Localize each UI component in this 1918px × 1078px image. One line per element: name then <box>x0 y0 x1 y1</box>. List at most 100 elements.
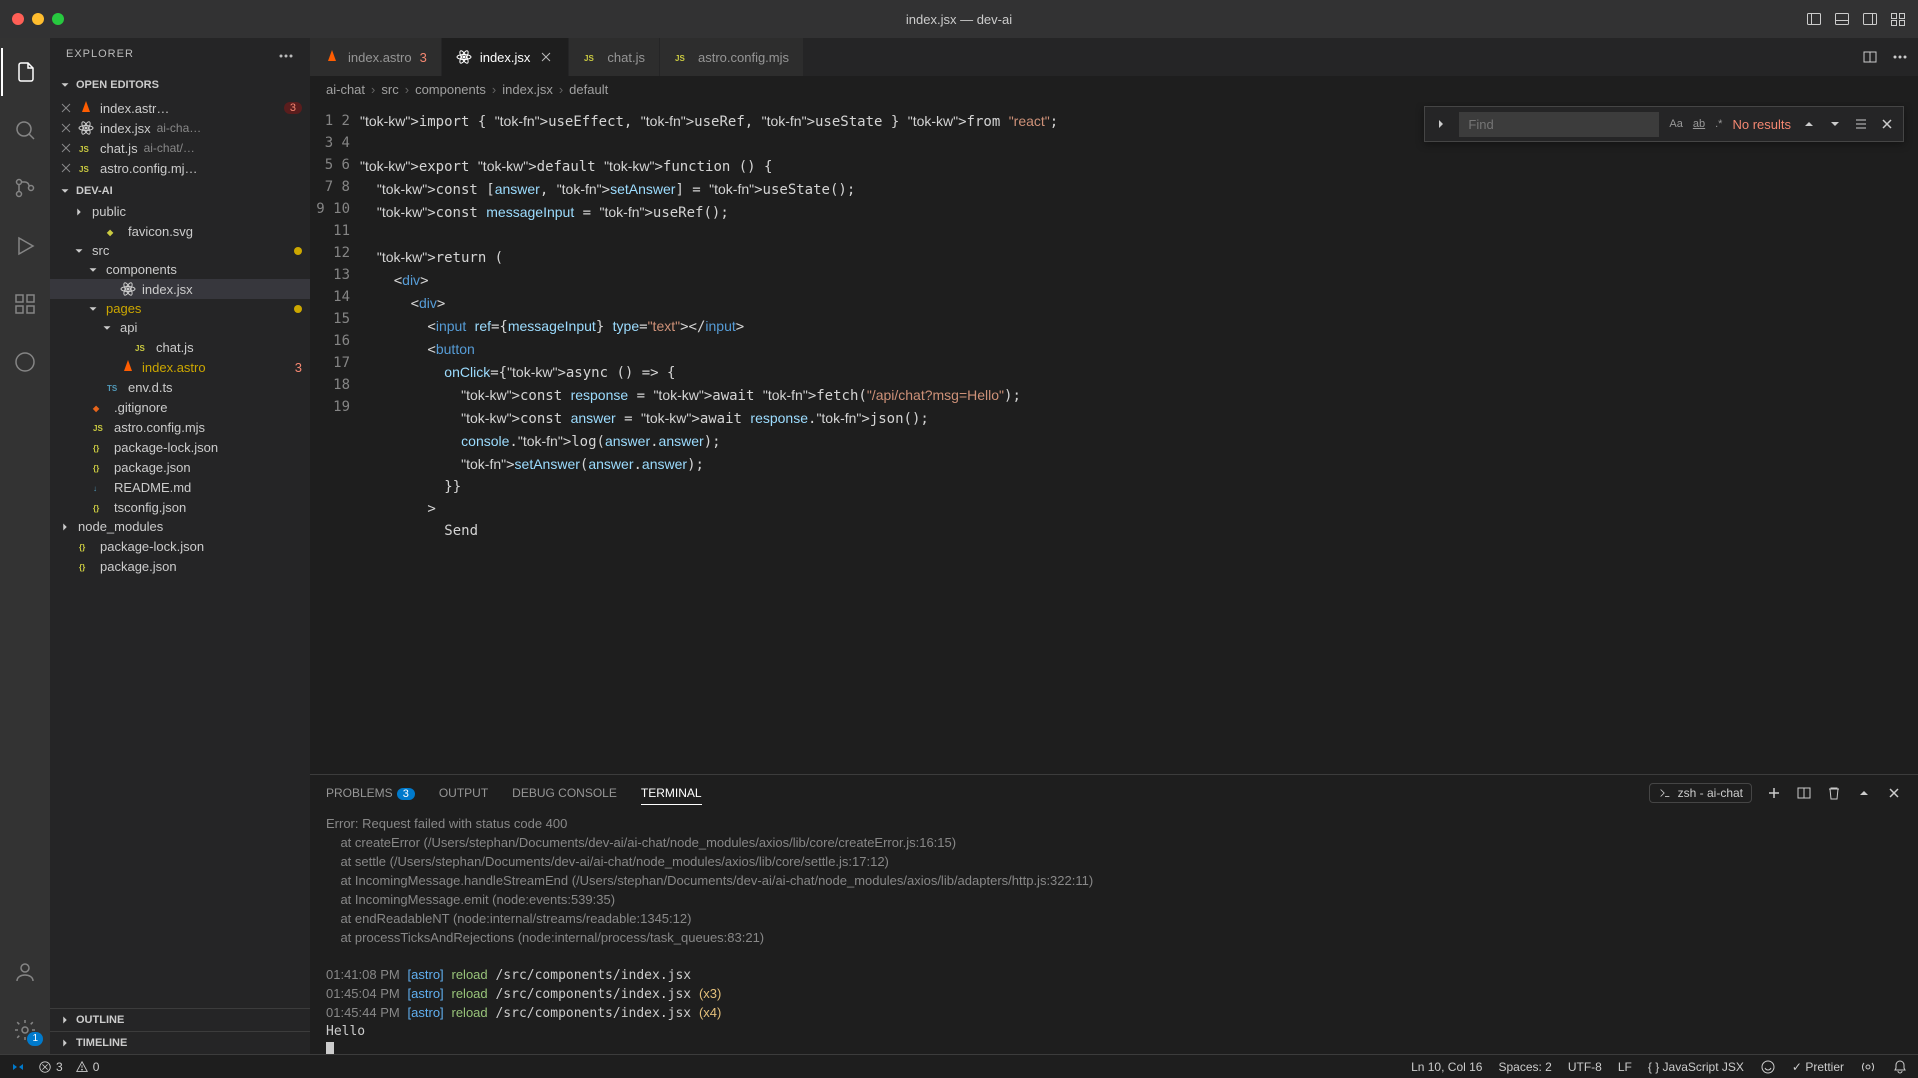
tree-item[interactable]: JSastro.config.mjs <box>50 417 310 437</box>
open-editor-item[interactable]: index.jsxai-cha… <box>50 118 310 138</box>
regex-icon[interactable]: .* <box>1715 118 1722 130</box>
match-case-icon[interactable]: Aa <box>1669 118 1682 130</box>
editor-tab[interactable]: index.astro3 <box>310 38 442 76</box>
language-status[interactable]: { } JavaScript JSX <box>1648 1060 1744 1074</box>
tree-item[interactable]: pages <box>50 299 310 318</box>
breadcrumb-item[interactable]: default <box>569 82 608 97</box>
remote-tab[interactable] <box>1 338 49 386</box>
editor[interactable]: 1 2 3 4 5 6 7 8 9 10 11 12 13 14 15 16 1… <box>310 102 1918 774</box>
notifications-icon[interactable] <box>1892 1059 1908 1075</box>
encoding-status[interactable]: UTF-8 <box>1568 1060 1602 1074</box>
maximize-panel-icon[interactable] <box>1856 785 1872 801</box>
close-editor-icon[interactable] <box>58 100 74 116</box>
split-editor-icon[interactable] <box>1862 49 1878 65</box>
problems-tab[interactable]: PROBLEMS3 <box>326 782 415 804</box>
maximize-window[interactable] <box>52 13 64 25</box>
terminal-tab[interactable]: TERMINAL <box>641 782 702 805</box>
source-control-tab[interactable] <box>1 164 49 212</box>
chevron-right-icon[interactable] <box>1433 116 1449 132</box>
breadcrumb-item[interactable]: index.jsx <box>502 82 553 97</box>
project-header[interactable]: DEV-AI <box>50 180 310 202</box>
prettier-status[interactable]: ✓ Prettier <box>1792 1060 1844 1074</box>
tree-item[interactable]: api <box>50 318 310 337</box>
terminal-output[interactable]: Error: Request failed with status code 4… <box>310 811 1918 1054</box>
tree-item[interactable]: {}package.json <box>50 457 310 477</box>
layout-sidebar-right-icon[interactable] <box>1862 11 1878 27</box>
git-file-icon: ◆ <box>92 399 108 415</box>
close-window[interactable] <box>12 13 24 25</box>
tree-item[interactable]: index.astro3 <box>50 357 310 377</box>
svg-text:JS: JS <box>584 54 594 63</box>
search-tab[interactable] <box>1 106 49 154</box>
tree-item[interactable]: {}tsconfig.json <box>50 497 310 517</box>
prev-match-icon[interactable] <box>1801 116 1817 132</box>
open-editor-item[interactable]: JSastro.config.mj… <box>50 158 310 178</box>
go-live-icon[interactable] <box>1860 1059 1876 1075</box>
error-count[interactable]: 3 <box>38 1060 63 1074</box>
close-editor-icon[interactable] <box>58 120 74 136</box>
breadcrumb-item[interactable]: components <box>415 82 486 97</box>
output-tab[interactable]: OUTPUT <box>439 782 488 804</box>
tree-item[interactable]: ◆.gitignore <box>50 397 310 417</box>
editor-tab[interactable]: JSastro.config.mjs <box>660 38 804 76</box>
split-terminal-icon[interactable] <box>1796 785 1812 801</box>
code-content[interactable]: "tok-kw">import { "tok-fn">useEffect, "t… <box>360 102 1918 774</box>
svg-text:{}: {} <box>79 543 85 552</box>
accounts-icon[interactable] <box>1 948 49 996</box>
whole-word-icon[interactable]: ab <box>1693 118 1705 130</box>
new-terminal-icon[interactable] <box>1766 785 1782 801</box>
breadcrumb-item[interactable]: ai-chat <box>326 82 365 97</box>
warning-count[interactable]: 0 <box>75 1060 100 1074</box>
run-debug-tab[interactable] <box>1 222 49 270</box>
remote-indicator-icon[interactable] <box>10 1059 26 1075</box>
explorer-tab[interactable] <box>1 48 49 96</box>
customize-layout-icon[interactable] <box>1890 11 1906 27</box>
tree-item[interactable]: components <box>50 260 310 279</box>
cursor-position[interactable]: Ln 10, Col 16 <box>1411 1060 1482 1074</box>
more-actions-icon[interactable] <box>1892 49 1908 65</box>
tree-item[interactable]: {}package-lock.json <box>50 437 310 457</box>
tree-item[interactable]: ↓README.md <box>50 477 310 497</box>
close-editor-icon[interactable] <box>58 160 74 176</box>
open-editor-item[interactable]: index.astr…3 <box>50 98 310 118</box>
next-match-icon[interactable] <box>1827 116 1843 132</box>
tree-item[interactable]: {}package-lock.json <box>50 536 310 556</box>
tree-item[interactable]: public <box>50 202 310 221</box>
sidebar: EXPLORER OPEN EDITORS index.astr…3index.… <box>50 38 310 1054</box>
find-widget: Aa ab .* No results <box>1424 106 1904 142</box>
kill-terminal-icon[interactable] <box>1826 785 1842 801</box>
editor-tab[interactable]: index.jsx <box>442 38 570 76</box>
terminal-shell[interactable]: zsh - ai-chat <box>1649 783 1752 803</box>
editor-tab[interactable]: JSchat.js <box>569 38 660 76</box>
open-editor-item[interactable]: JSchat.jsai-chat/… <box>50 138 310 158</box>
outline-header[interactable]: OUTLINE <box>50 1008 310 1031</box>
js-file-icon: JS <box>583 49 599 65</box>
breadcrumbs[interactable]: ai-chat›src›components›index.jsx›default <box>310 76 1918 102</box>
find-input[interactable] <box>1459 112 1659 137</box>
tree-item[interactable]: TSenv.d.ts <box>50 377 310 397</box>
extensions-tab[interactable] <box>1 280 49 328</box>
layout-panel-icon[interactable] <box>1834 11 1850 27</box>
more-icon[interactable] <box>278 48 294 64</box>
minimize-window[interactable] <box>32 13 44 25</box>
eol-status[interactable]: LF <box>1618 1060 1632 1074</box>
close-editor-icon[interactable] <box>58 140 74 156</box>
tree-item[interactable]: {}package.json <box>50 556 310 576</box>
settings-icon[interactable]: 1 <box>1 1006 49 1054</box>
close-panel-icon[interactable] <box>1886 785 1902 801</box>
open-editors-header[interactable]: OPEN EDITORS <box>50 74 310 96</box>
find-in-selection-icon[interactable] <box>1853 116 1869 132</box>
tree-item[interactable]: node_modules <box>50 517 310 536</box>
tree-item[interactable]: JSchat.js <box>50 337 310 357</box>
debug-console-tab[interactable]: DEBUG CONSOLE <box>512 782 617 804</box>
tree-item[interactable]: index.jsx <box>50 279 310 299</box>
timeline-header[interactable]: TIMELINE <box>50 1031 310 1054</box>
close-find-icon[interactable] <box>1879 116 1895 132</box>
feedback-icon[interactable] <box>1760 1059 1776 1075</box>
close-tab-icon[interactable] <box>538 49 554 65</box>
indent-status[interactable]: Spaces: 2 <box>1498 1060 1551 1074</box>
tree-item[interactable]: src <box>50 241 310 260</box>
layout-sidebar-left-icon[interactable] <box>1806 11 1822 27</box>
tree-item[interactable]: ◆favicon.svg <box>50 221 310 241</box>
breadcrumb-item[interactable]: src <box>381 82 398 97</box>
